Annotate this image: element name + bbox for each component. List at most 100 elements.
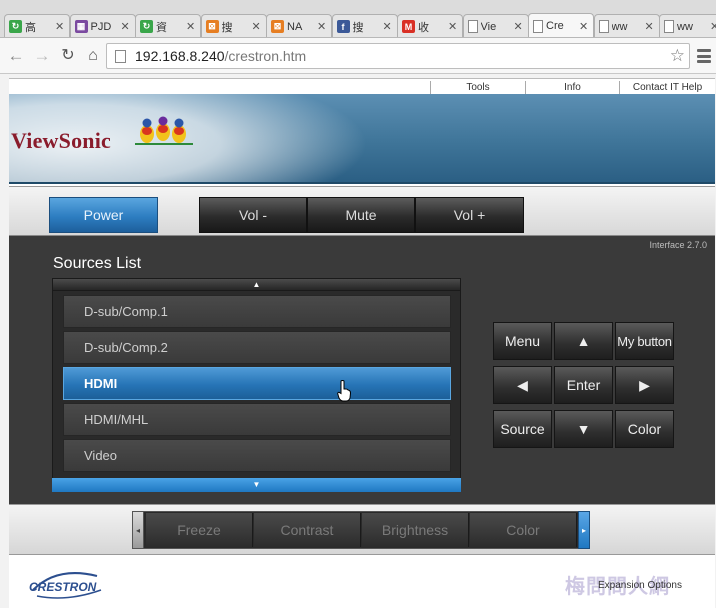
tab-close-icon[interactable]: ✕: [317, 20, 327, 33]
tools-link[interactable]: Tools: [430, 81, 525, 94]
expansion-bar: ◂ Freeze Contrast Brightness Color ▸: [9, 504, 715, 555]
browser-tab[interactable]: f 搜 ✕: [331, 14, 398, 37]
tab-label: 收: [418, 21, 429, 34]
url-path: /crestron.htm: [224, 48, 307, 64]
browser-menu-icon[interactable]: [697, 46, 711, 66]
tab-label: NA: [287, 20, 303, 33]
down-button[interactable]: ▼: [554, 410, 613, 448]
top-nav: Tools Info Contact IT Help: [9, 78, 715, 94]
tab-close-icon[interactable]: ✕: [710, 20, 716, 33]
expansion-scroll-right-button[interactable]: ▸: [578, 511, 590, 549]
tab-close-icon[interactable]: ✕: [645, 20, 655, 33]
tab-favicon-icon: ⊠: [271, 20, 284, 33]
tab-close-icon[interactable]: ✕: [252, 20, 262, 33]
browser-tab[interactable]: Cre ✕: [528, 13, 594, 37]
crestron-logo: CRESTRON: [29, 572, 102, 599]
tab-close-icon[interactable]: ✕: [186, 20, 196, 33]
address-bar[interactable]: 192.168.8.240/crestron.htm ☆: [106, 43, 690, 69]
source-item[interactable]: D-sub/Comp.2: [63, 331, 451, 364]
tab-label: 搜: [352, 21, 364, 34]
tab-close-icon[interactable]: ✕: [448, 20, 458, 33]
expansion-button[interactable]: Color: [470, 513, 577, 547]
browser-tab[interactable]: ▦ PJD ✕: [69, 14, 136, 37]
sources-scroll-down-button[interactable]: ▼: [52, 478, 461, 492]
back-arrow-icon[interactable]: ←: [6, 46, 26, 66]
enter-button[interactable]: Enter: [554, 366, 613, 404]
viewsonic-logo: ViewSonic: [11, 128, 111, 153]
tab-label: PJD: [90, 20, 112, 33]
header-banner: ViewSonic: [9, 94, 715, 184]
reload-icon[interactable]: ↻: [58, 46, 78, 66]
my-button[interactable]: My button: [615, 322, 674, 360]
tab-favicon-icon: f: [336, 20, 350, 33]
tab-favicon-icon: ↻: [140, 20, 153, 33]
browser-toolbar: ← → ↻ ⌂ 192.168.8.240/crestron.htm ☆: [0, 38, 716, 74]
browser-tab[interactable]: ww ✕: [659, 14, 716, 37]
expansion-scroll-left-button[interactable]: ◂: [132, 511, 144, 549]
sources-list: D-sub/Comp.1 D-sub/Comp.2 HDMI HDMI/MHL Vide…: [52, 291, 461, 478]
tab-close-icon[interactable]: ✕: [55, 20, 65, 33]
browser-tab-strip: ↻高✕▦PJD✕↻資✕⊠搜✕⊠NA✕f搜✕M收✕Vie✕Cre✕ww✕ww✕: [0, 0, 716, 38]
contact-it-link[interactable]: Contact IT Help: [619, 81, 715, 94]
tab-favicon-icon: [598, 20, 609, 33]
tab-label: 高: [25, 21, 36, 34]
expansion-options-link[interactable]: Expansion Options: [598, 580, 682, 591]
hand-cursor-icon: [337, 380, 351, 402]
browser-tab[interactable]: ⊠ 搜 ✕: [200, 14, 267, 37]
tab-close-icon[interactable]: ✕: [579, 20, 589, 33]
tab-favicon-icon: ⊠: [205, 20, 219, 33]
page-icon: [115, 50, 126, 63]
tab-close-icon[interactable]: ✕: [383, 20, 393, 33]
control-bar: Power Vol - Mute Vol +: [9, 186, 715, 236]
source-button[interactable]: Source: [493, 410, 552, 448]
info-link[interactable]: Info: [525, 81, 619, 94]
tab-label: ww: [677, 20, 693, 33]
browser-tab[interactable]: Vie ✕: [462, 14, 529, 37]
forward-arrow-icon[interactable]: →: [32, 46, 52, 66]
menu-button[interactable]: Menu: [493, 322, 552, 360]
right-button[interactable]: ▶: [615, 366, 674, 404]
source-item[interactable]: HDMI: [63, 367, 451, 400]
tab-label: Vie: [480, 20, 497, 33]
tab-favicon-icon: [664, 20, 674, 33]
expansion-button[interactable]: Brightness: [362, 513, 469, 547]
tab-favicon-icon: ▦: [74, 20, 88, 33]
source-item[interactable]: Video: [63, 439, 451, 472]
source-item[interactable]: D-sub/Comp.1: [63, 295, 451, 328]
footer: CRESTRON 梅問問人網 Expansion Options: [9, 556, 715, 608]
power-button[interactable]: Power: [49, 197, 158, 233]
home-icon[interactable]: ⌂: [83, 46, 103, 66]
browser-tab[interactable]: M 收 ✕: [397, 14, 463, 37]
sources-list-title: Sources List: [53, 255, 142, 272]
left-button[interactable]: ◀: [493, 366, 552, 404]
browser-tab[interactable]: ↻ 資 ✕: [135, 14, 201, 37]
main-panel: Interface 2.7.0 Sources List ▲ D-sub/Com…: [9, 236, 715, 504]
browser-tab[interactable]: ⊠ NA ✕: [266, 14, 332, 37]
tab-favicon-icon: [533, 19, 543, 33]
up-button[interactable]: ▲: [554, 322, 613, 360]
mute-button[interactable]: Mute: [307, 197, 415, 233]
tab-close-icon[interactable]: ✕: [121, 20, 131, 33]
url-host: 192.168.8.240: [135, 48, 225, 64]
crestron-page: Tools Info Contact IT Help ViewSonic Pow…: [9, 78, 715, 608]
tab-favicon-icon: ↻: [9, 20, 22, 33]
expansion-button[interactable]: Contrast: [254, 513, 361, 547]
browser-tab[interactable]: ww ✕: [593, 14, 660, 37]
expansion-button[interactable]: Freeze: [146, 513, 253, 547]
vol-up-button[interactable]: Vol +: [415, 197, 524, 233]
tab-favicon-icon: [467, 20, 478, 33]
tab-label: 資: [156, 21, 167, 34]
tab-label: Cre: [546, 20, 564, 32]
tab-favicon-icon: M: [402, 20, 415, 33]
sources-scroll-up-button[interactable]: ▲: [52, 278, 461, 291]
source-item[interactable]: HDMI/MHL: [63, 403, 451, 436]
tab-label: ww: [611, 20, 628, 33]
interface-version: Interface 2.7.0: [649, 240, 707, 250]
browser-tab[interactable]: ↻ 高 ✕: [4, 14, 70, 37]
bookmark-star-icon[interactable]: ☆: [670, 46, 685, 66]
color-button[interactable]: Color: [615, 410, 674, 448]
tab-close-icon[interactable]: ✕: [514, 20, 524, 33]
crestron-logo-text: CRESTRON: [29, 580, 97, 594]
vol-down-button[interactable]: Vol -: [199, 197, 307, 233]
tab-label: 搜: [221, 21, 233, 34]
